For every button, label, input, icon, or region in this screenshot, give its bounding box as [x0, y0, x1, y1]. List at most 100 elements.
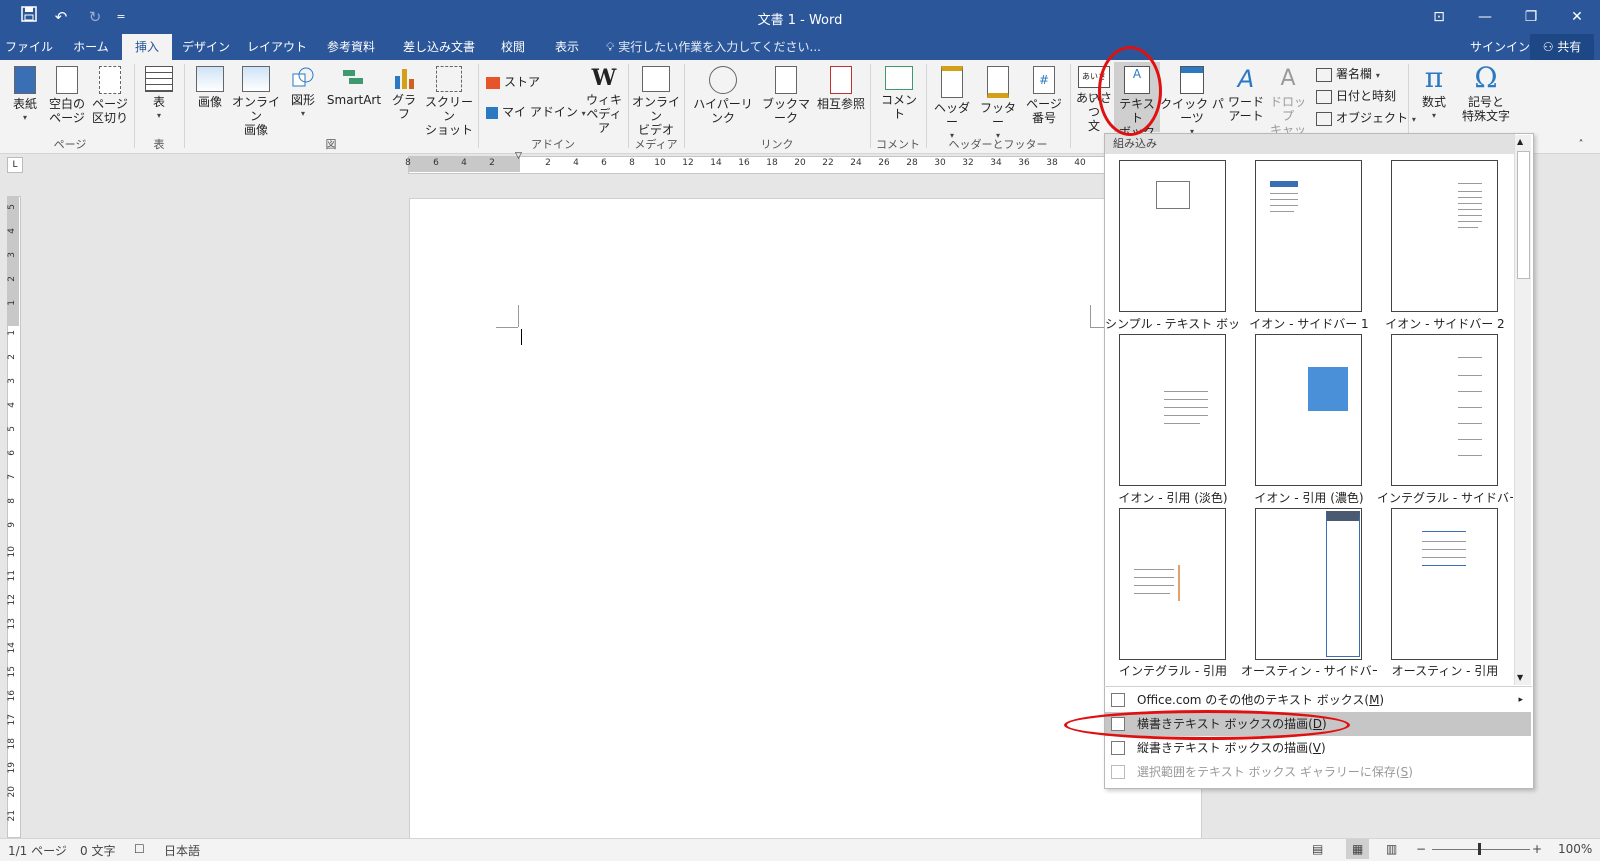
blank-page-button[interactable]: 空白の ページ [48, 66, 86, 125]
chevron-down-icon: ▾ [156, 111, 161, 120]
indent-marker-icon[interactable]: ▽ [515, 151, 522, 161]
gallery-item-label: イオン - サイドバー 2 [1385, 317, 1505, 331]
thumbnail-quote [1134, 565, 1180, 601]
page-count[interactable]: 1/1 ページ [8, 842, 67, 859]
ruler-number: 5 [7, 204, 17, 210]
date-time-button[interactable]: 日付と時刻 [1316, 86, 1396, 106]
proofing-icon[interactable]: ☐ [134, 842, 145, 856]
signature-line-button[interactable]: 署名欄 ▾ [1316, 64, 1380, 84]
cross-reference-icon [830, 66, 852, 94]
online-video-label-1: オンライン [632, 95, 681, 123]
equation-button[interactable]: π 数式 ▾ [1414, 64, 1454, 123]
ruler-number: 24 [850, 158, 862, 168]
gallery-item-ion-quote-light[interactable] [1119, 334, 1226, 486]
online-video-button[interactable]: オンライン ビデオ [632, 66, 680, 137]
gallery-item-integral-sidebar[interactable] [1391, 334, 1498, 486]
language[interactable]: 日本語 [164, 842, 200, 859]
ruler-number: 28 [906, 158, 918, 168]
wordart-button[interactable]: A ワード アート [1226, 66, 1266, 123]
symbol-button[interactable]: Ω 記号と 特殊文字 [1456, 64, 1516, 124]
ruler-number: 26 [878, 158, 890, 168]
close-button[interactable]: ✕ [1554, 0, 1600, 34]
quick-parts-button[interactable]: クイック パーツ ▾ [1156, 66, 1228, 139]
ribbon-display-icon[interactable]: ⊡ [1416, 0, 1462, 34]
screenshot-button[interactable]: スクリーン ショット [424, 66, 474, 137]
pictures-button[interactable]: 画像 [192, 66, 228, 109]
tab-layout[interactable]: レイアウト [244, 34, 310, 60]
thumbnail-accent [1270, 181, 1298, 187]
store-button[interactable]: ストア [486, 72, 540, 92]
menu-item-key: M [1369, 693, 1380, 707]
hyperlink-button[interactable]: ハイパーリンク [690, 66, 756, 125]
scroll-thumb[interactable] [1517, 151, 1530, 279]
online-pictures-button[interactable]: オンライン 画像 [232, 66, 280, 137]
ruler-number: 6 [433, 158, 439, 168]
tab-insert[interactable]: 挿入 [122, 34, 172, 60]
gallery-item-ion-sidebar-1[interactable] [1255, 160, 1362, 312]
cross-reference-button[interactable]: 相互参照 [816, 66, 866, 111]
tab-home[interactable]: ホーム [62, 34, 120, 60]
my-addins-button[interactable]: マイ アドイン ▾ [486, 102, 586, 122]
gallery-scrollbar[interactable]: ▲ ▼ [1514, 135, 1531, 685]
footer-icon [987, 66, 1009, 98]
smartart-button[interactable]: SmartArt [324, 66, 384, 107]
more-text-boxes-menu-item[interactable]: Office.com のその他のテキスト ボックス(M) ▸ [1105, 688, 1531, 712]
read-mode-icon[interactable]: ▤ [1312, 842, 1323, 856]
tab-design[interactable]: デザイン [176, 34, 236, 60]
collapse-ribbon-icon[interactable]: ˄ [1572, 138, 1590, 152]
cover-page-button[interactable]: 表紙 ▾ [8, 66, 42, 125]
gallery-item-austin-sidebar[interactable] [1255, 508, 1362, 660]
gallery-item-label: シンプル - テキスト ボック... [1105, 317, 1241, 331]
object-button[interactable]: オブジェクト ▾ [1316, 108, 1416, 128]
gallery-item-austin-quote[interactable] [1391, 508, 1498, 660]
chart-button[interactable]: グラフ [388, 66, 420, 121]
signin-link[interactable]: サインイン [1470, 34, 1530, 60]
web-layout-icon[interactable]: ▥ [1386, 842, 1397, 856]
gallery-item-integral-quote[interactable] [1119, 508, 1226, 660]
tab-file[interactable]: ファイル [0, 34, 58, 60]
bookmark-label: ブックマーク [761, 97, 810, 125]
chart-icon [392, 66, 416, 90]
table-button[interactable]: 表 ▾ [142, 66, 176, 123]
restore-button[interactable]: ❐ [1508, 0, 1554, 34]
page-number-button[interactable]: # ページ 番号 [1022, 66, 1066, 125]
header-button[interactable]: ヘッダー ▾ [930, 66, 974, 143]
tell-me-box[interactable]: 💡︎ 実行したい作業を入力してください... [606, 34, 821, 60]
tab-references[interactable]: 参考資料 [318, 34, 384, 60]
screenshot-label-2: ショット [424, 123, 473, 137]
gallery-item-label: インテグラル - サイドバー [1377, 491, 1513, 505]
word-count[interactable]: 0 文字 [80, 842, 115, 859]
print-layout-icon[interactable]: ▦ [1346, 839, 1370, 859]
zoom-slider[interactable] [1432, 849, 1530, 850]
tab-mailings[interactable]: 差し込み文書 [396, 34, 482, 60]
shapes-icon [291, 66, 315, 90]
share-button[interactable]: ⚇ 共有 [1530, 34, 1594, 60]
ruler-number: 8 [7, 498, 17, 504]
scroll-down-icon[interactable]: ▼ [1517, 673, 1523, 682]
zoom-level[interactable]: 100% [1558, 842, 1592, 856]
tab-view[interactable]: 表示 [544, 34, 590, 60]
tab-selector-icon[interactable]: L [7, 157, 23, 173]
gallery-item-ion-quote-dark[interactable] [1255, 334, 1362, 486]
gallery-item-ion-sidebar-2[interactable] [1391, 160, 1498, 312]
scroll-up-icon[interactable]: ▲ [1517, 137, 1523, 146]
bookmark-button[interactable]: ブックマーク [758, 66, 814, 125]
hyperlink-label: ハイパーリンク [693, 97, 753, 125]
thumbnail-accent [1308, 367, 1348, 411]
shapes-button[interactable]: 図形 ▾ [286, 66, 320, 121]
gallery-item-simple-text-box[interactable] [1119, 160, 1226, 312]
wikipedia-button[interactable]: W ウィキ ペディア [584, 66, 624, 135]
ruler-number: 6 [7, 450, 17, 456]
zoom-in-icon[interactable]: + [1532, 842, 1542, 856]
comment-button[interactable]: コメント [876, 66, 922, 121]
save-selection-menu-item[interactable]: 選択範囲をテキスト ボックス ギャラリーに保存(S) [1105, 760, 1531, 784]
zoom-slider-thumb[interactable] [1478, 843, 1481, 855]
document-page[interactable] [409, 198, 1202, 840]
draw-vertical-text-box-menu-item[interactable]: 縦書きテキスト ボックスの描画(V) [1105, 736, 1531, 760]
group-label-header-footer: ヘッダーとフッター [948, 138, 1048, 151]
minimize-button[interactable]: — [1462, 0, 1508, 34]
tab-review[interactable]: 校閲 [490, 34, 536, 60]
page-break-button[interactable]: ページ 区切り [92, 66, 128, 125]
footer-button[interactable]: フッター ▾ [976, 66, 1020, 143]
zoom-out-icon[interactable]: − [1416, 842, 1426, 856]
